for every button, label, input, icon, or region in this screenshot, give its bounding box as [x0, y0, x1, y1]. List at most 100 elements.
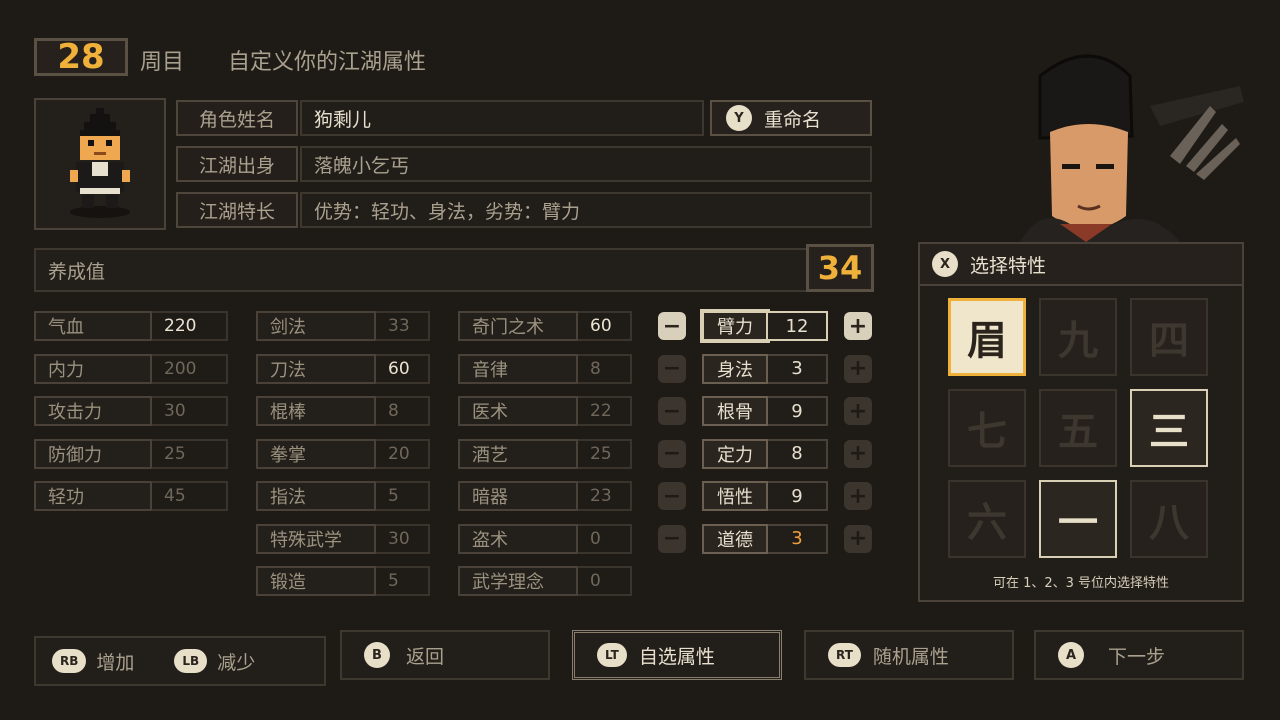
stat-row: 攻击力 30: [34, 396, 228, 426]
attribute-label[interactable]: 定力: [702, 438, 768, 469]
stat-row: 刀法 60: [256, 353, 430, 384]
trait-tile[interactable]: 四: [1130, 298, 1208, 376]
cycle-counter: 28: [34, 37, 128, 77]
stat-value: 60: [376, 353, 430, 384]
attribute-row: − 悟性 9 +: [658, 480, 872, 512]
stat-label: 指法: [256, 481, 376, 511]
plus-icon[interactable]: +: [844, 312, 872, 340]
name-label: 角色姓名: [176, 100, 298, 136]
minus-icon[interactable]: −: [658, 397, 686, 425]
basic-stats: 气血 220 内力 200 攻击力 30 防御力 25 轻功 45: [34, 311, 228, 511]
stat-value: 25: [578, 438, 632, 469]
growth-label: 养成值: [48, 260, 106, 283]
stat-label: 剑法: [256, 311, 376, 341]
trait-tile[interactable]: 六: [948, 480, 1026, 558]
plus-icon[interactable]: +: [844, 482, 872, 510]
stat-row: 防御力 25: [34, 438, 228, 469]
minus-icon[interactable]: −: [658, 482, 686, 510]
increase-label: 增加: [96, 651, 135, 674]
stat-label: 医术: [458, 396, 578, 426]
attribute-value: 9: [768, 396, 828, 426]
stat-label: 武学理念: [458, 566, 578, 596]
attribute-value: 8: [768, 438, 828, 469]
stat-value: 5: [376, 481, 430, 511]
growth-value: 34: [817, 249, 863, 287]
random-attributes-button[interactable]: RT 随机属性: [804, 630, 1014, 680]
stat-value: 5: [376, 566, 430, 596]
stat-label: 特殊武学: [256, 523, 376, 554]
lb-key-icon: LB: [174, 649, 208, 673]
stat-label: 奇门之术: [458, 311, 578, 341]
minus-icon[interactable]: −: [658, 439, 686, 468]
trait-tile[interactable]: 一: [1039, 480, 1117, 558]
stat-row: 棍棒 8: [256, 396, 430, 426]
next-step-label: 下一步: [1108, 645, 1166, 668]
stat-row: 指法 5: [256, 481, 430, 511]
stat-row: 拳掌 20: [256, 438, 430, 469]
attribute-label[interactable]: 根骨: [702, 396, 768, 426]
rt-key-icon: RT: [828, 643, 861, 667]
attribute-label[interactable]: 悟性: [702, 481, 768, 511]
trait-tile[interactable]: 七: [948, 389, 1026, 467]
stat-label: 内力: [34, 353, 152, 384]
plus-icon[interactable]: +: [844, 524, 872, 553]
specialty-value: 优势：轻功、身法，劣势：臂力: [300, 192, 872, 228]
trait-title: 选择特性: [970, 254, 1047, 277]
cycle-label: 周目: [140, 50, 185, 75]
stat-row: 暗器 23: [458, 481, 632, 511]
plus-icon[interactable]: +: [844, 354, 872, 383]
stat-value: 0: [578, 523, 632, 554]
custom-attributes-label: 自选属性: [638, 645, 715, 668]
pixel-character-icon: [70, 108, 130, 218]
stat-label: 锻造: [256, 566, 376, 596]
character-portrait: [1000, 46, 1250, 242]
stat-label: 酒艺: [458, 438, 578, 469]
a-key-icon: A: [1058, 642, 1084, 668]
attribute-value: 12: [768, 311, 828, 341]
stat-value: 20: [376, 438, 430, 469]
stat-label: 刀法: [256, 353, 376, 384]
cycle-number: 28: [57, 37, 105, 77]
stat-value: 60: [578, 311, 632, 341]
stat-value: 220: [152, 311, 228, 341]
b-key-icon: B: [364, 642, 390, 668]
trait-tile[interactable]: 八: [1130, 480, 1208, 558]
origin-label: 江湖出身: [176, 146, 298, 182]
x-key-icon: X: [932, 251, 958, 277]
trait-tile[interactable]: 眉: [948, 298, 1026, 376]
next-step-button[interactable]: A 下一步: [1034, 630, 1244, 680]
attribute-label[interactable]: 身法: [702, 353, 768, 384]
stat-label: 盗术: [458, 523, 578, 554]
attribute-label[interactable]: 臂力: [700, 309, 770, 343]
trait-tile[interactable]: 五: [1039, 389, 1117, 467]
stat-label: 防御力: [34, 438, 152, 469]
stat-row: 内力 200: [34, 353, 228, 384]
stat-label: 轻功: [34, 481, 152, 511]
swordsman-portrait-icon: [1020, 54, 1244, 242]
back-label: 返回: [406, 645, 445, 668]
trait-tile[interactable]: 三: [1130, 389, 1208, 467]
custom-attributes-button[interactable]: LT 自选属性: [572, 630, 782, 680]
plus-icon[interactable]: +: [844, 397, 872, 425]
skill-stats: 奇门之术 60 音律 8 医术 22 酒艺 25 暗器 23 盗术 0 武学理念 0: [458, 311, 632, 596]
trait-header: X 选择特性: [918, 242, 1244, 286]
rb-key-icon: RB: [52, 649, 87, 673]
stat-row: 锻造 5: [256, 566, 430, 596]
rename-button[interactable]: Y 重命名: [710, 100, 872, 136]
name-value: 狗剩儿: [300, 100, 704, 136]
growth-bar: 养成值: [34, 248, 872, 292]
minus-icon[interactable]: −: [658, 354, 686, 383]
minus-icon[interactable]: −: [658, 524, 686, 553]
attribute-list: − 臂力 12 + − 身法 3 + − 根骨 9 + − 定力 8 + − 悟…: [658, 309, 872, 555]
trait-tile[interactable]: 九: [1039, 298, 1117, 376]
minus-icon[interactable]: −: [658, 312, 686, 340]
attribute-label[interactable]: 道德: [702, 523, 768, 554]
plus-icon[interactable]: +: [844, 439, 872, 468]
stat-row: 气血 220: [34, 311, 228, 341]
weapon-stats: 剑法 33 刀法 60 棍棒 8 拳掌 20 指法 5 特殊武学 30 锻造 5: [256, 311, 430, 596]
stat-label: 拳掌: [256, 438, 376, 469]
stat-value: 22: [578, 396, 632, 426]
stat-row: 轻功 45: [34, 481, 228, 511]
back-button[interactable]: B 返回: [340, 630, 550, 680]
stat-row: 医术 22: [458, 396, 632, 426]
